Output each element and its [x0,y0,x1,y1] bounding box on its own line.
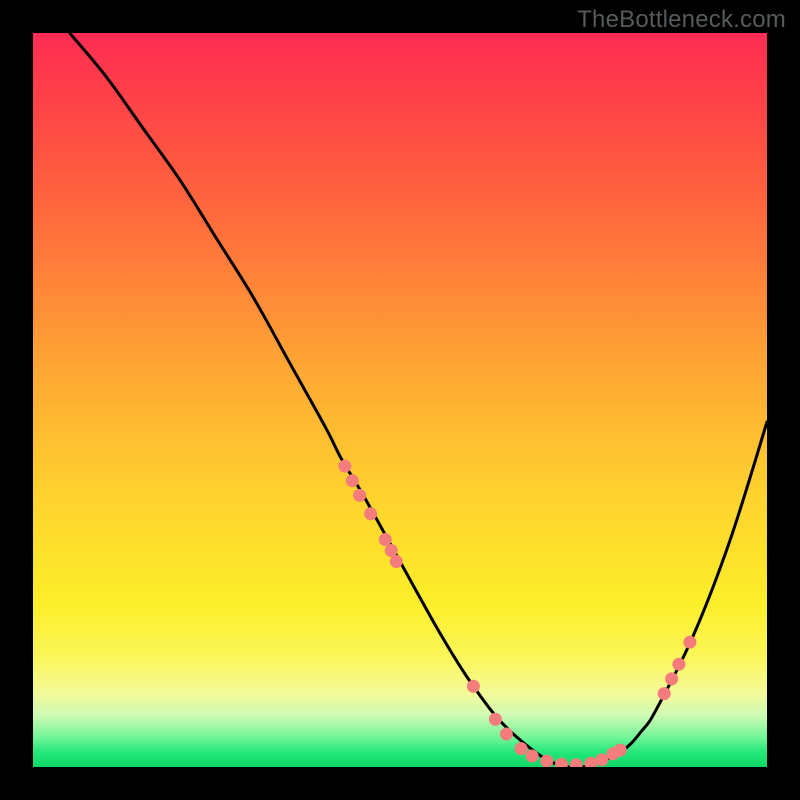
chart-marker [353,489,366,502]
chart-frame: TheBottleneck.com [0,0,800,800]
chart-marker [467,680,480,693]
chart-plot-area [33,33,767,767]
chart-marker [346,474,359,487]
chart-marker [390,555,403,568]
watermark-text: TheBottleneck.com [577,6,786,34]
chart-marker [658,687,671,700]
chart-marker [570,758,583,767]
chart-marker [379,533,392,546]
chart-marker [672,658,685,671]
chart-marker [526,750,539,763]
chart-marker [614,744,627,757]
chart-marker [364,507,377,520]
chart-marker [595,753,608,766]
chart-curve [70,33,767,767]
chart-marker [555,758,568,767]
chart-marker [338,460,351,473]
chart-marker [683,636,696,649]
chart-marker [540,755,553,767]
chart-markers [338,460,696,767]
chart-marker [500,728,513,741]
chart-marker [489,713,502,726]
chart-marker [584,757,597,767]
chart-svg [33,33,767,767]
chart-marker [665,672,678,685]
chart-marker [515,742,528,755]
